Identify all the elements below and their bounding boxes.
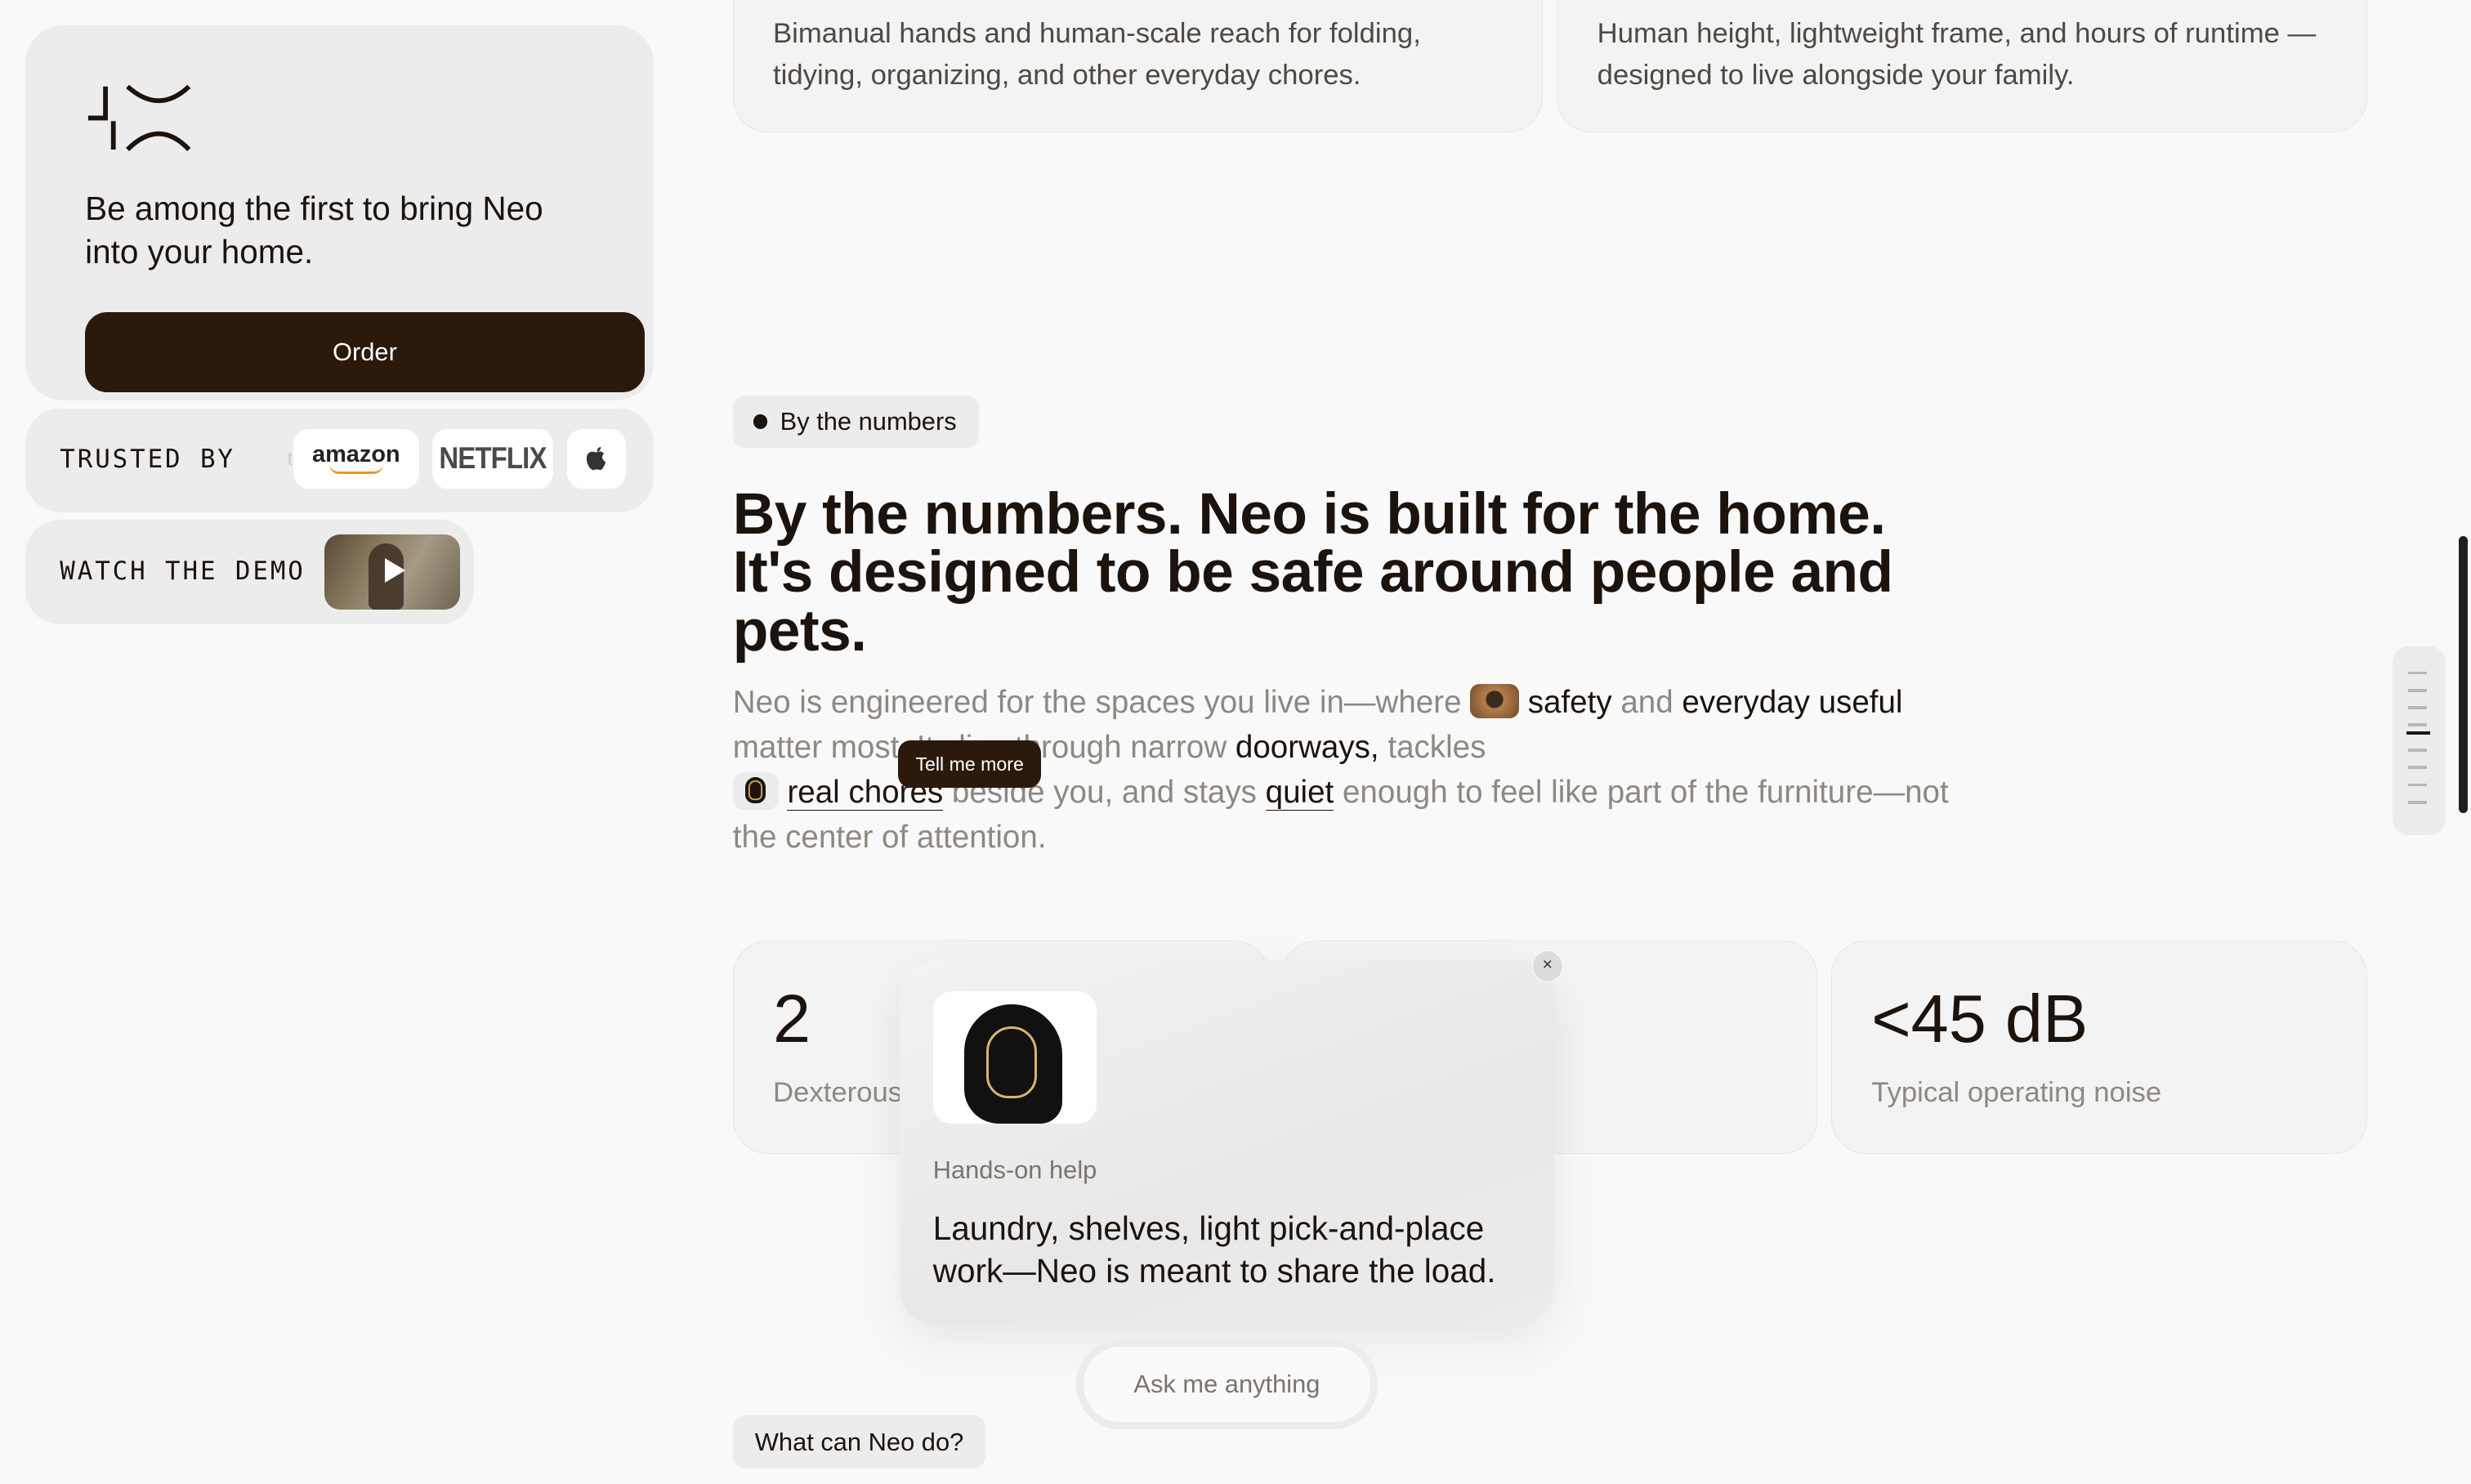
watch-demo-card[interactable]: WATCH THE DEMO (25, 520, 475, 624)
link-everyday-useful[interactable]: everyday useful (1682, 685, 1902, 720)
trusted-by-card: TRUSTED BY t amazon NETFLIX (25, 408, 655, 512)
netflix-logo: NETFLIX (431, 428, 553, 489)
brand-logo-icon[interactable] (85, 83, 192, 153)
section-progress-nav[interactable] (2392, 646, 2446, 836)
bullet-dot-icon (753, 414, 768, 429)
popup-text: Laundry, shelves, light pick-and-place w… (932, 1209, 1496, 1290)
link-doorways[interactable]: doorways, (1236, 730, 1379, 765)
feature-card-height: Human height, lightweight frame, and hou… (1557, 0, 2367, 132)
progress-tick[interactable] (2407, 749, 2428, 752)
progress-tick[interactable] (2407, 723, 2428, 727)
stat-card: <45 dB Typical operating noise (1831, 941, 2367, 1154)
progress-tick[interactable] (2407, 766, 2428, 770)
ask-input[interactable] (1076, 1339, 1378, 1430)
section-pill-label: By the numbers (780, 406, 957, 436)
popup-kicker: Hands-on help (932, 1155, 1097, 1184)
robot-head-image (932, 991, 1097, 1124)
robot-head-icon[interactable] (732, 771, 779, 811)
amazon-wordmark: amazon (312, 440, 400, 467)
progress-tick[interactable] (2407, 671, 2428, 675)
progress-tick-active[interactable] (2406, 731, 2430, 735)
safety-thumbnail[interactable] (1470, 683, 1520, 719)
feature-text: Human height, lightweight frame, and hou… (1597, 18, 2317, 91)
order-card: Be among the first to bring Neo into you… (25, 25, 655, 400)
hands-on-help-popup: Hands-on help Laundry, shelves, light pi… (900, 959, 1554, 1325)
para-text: tackles (1378, 730, 1486, 766)
apple-logo-icon (567, 428, 626, 489)
watch-demo-label: WATCH THE DEMO (60, 556, 306, 586)
order-button[interactable]: Order (85, 311, 645, 393)
link-quiet[interactable]: quiet (1265, 775, 1334, 811)
play-icon (384, 557, 405, 583)
progress-tick[interactable] (2407, 706, 2428, 709)
amazon-smile-icon (329, 464, 383, 474)
stat-value: 2 (773, 980, 811, 1057)
stat-label: Typical operating noise (1871, 1077, 2162, 1109)
order-title: Be among the first to bring Neo into you… (85, 190, 543, 270)
suggestion-chip[interactable]: What can Neo do? (732, 1415, 986, 1469)
section-headline: By the numbers. Neo is built for the hom… (732, 481, 1893, 664)
stat-value: <45 dB (1871, 980, 2089, 1057)
section-pill: By the numbers (732, 396, 979, 448)
feature-text: Bimanual hands and human-scale reach for… (773, 18, 1421, 91)
progress-tick[interactable] (2407, 688, 2428, 692)
robot-face-ring (986, 1026, 1037, 1099)
stat-label: Dexterous (773, 1077, 903, 1109)
close-icon[interactable]: × (1531, 950, 1564, 982)
link-safety[interactable]: safety (1528, 685, 1612, 720)
feature-card-hands: Bimanual hands and human-scale reach for… (732, 0, 1544, 132)
para-text: Neo is engineered for the spaces you liv… (732, 685, 1471, 721)
progress-tick[interactable] (2407, 800, 2428, 804)
netflix-wordmark: NETFLIX (439, 441, 547, 476)
tell-me-more-tooltip[interactable]: Tell me more (898, 740, 1042, 789)
scrollbar-thumb[interactable] (2458, 535, 2469, 814)
progress-tick[interactable] (2407, 783, 2428, 787)
para-text: and (1611, 685, 1682, 721)
demo-video-thumbnail[interactable] (324, 534, 461, 610)
trusted-by-label: TRUSTED BY (60, 444, 235, 474)
amazon-logo: amazon (293, 428, 419, 489)
robot-head-shape (964, 1003, 1062, 1124)
